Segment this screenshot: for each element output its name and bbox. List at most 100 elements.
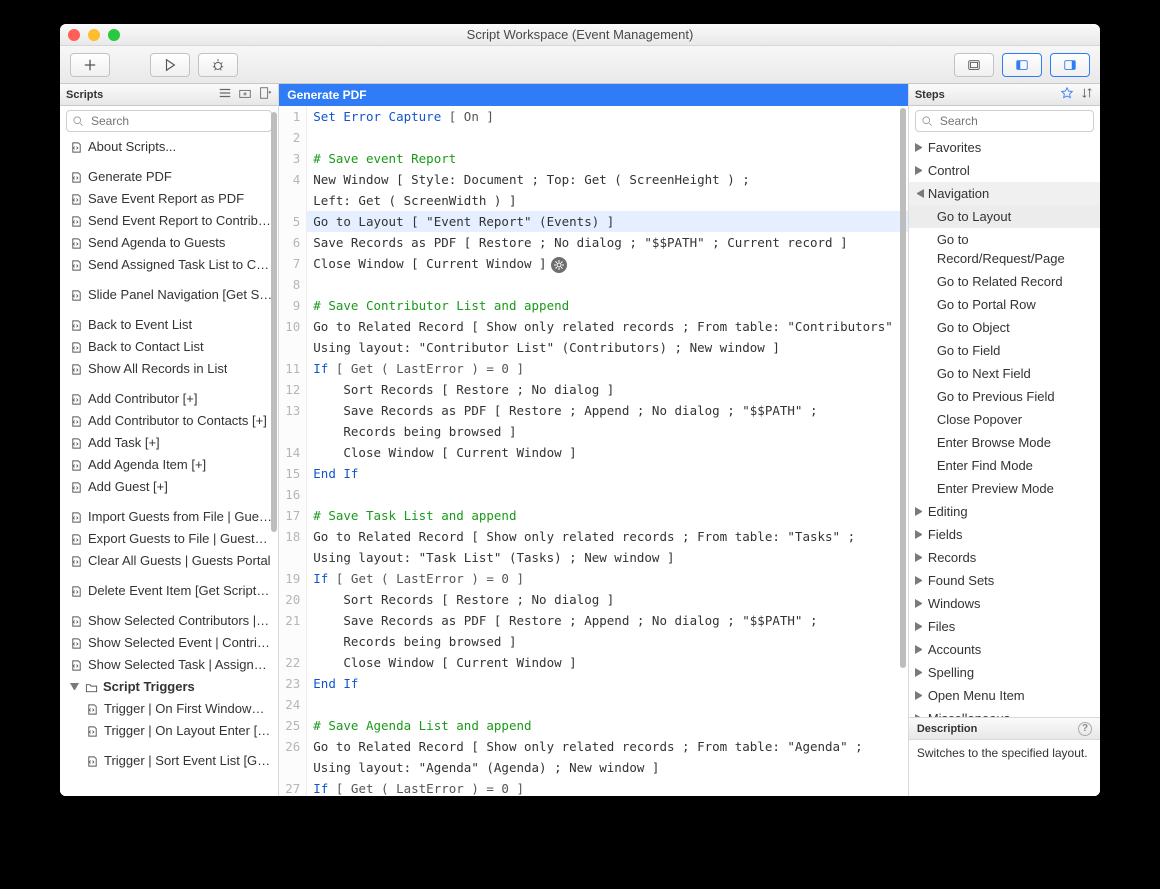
code-line[interactable]: 13 Save Records as PDF [ Restore ; Appen… <box>279 400 908 421</box>
code-line[interactable]: Records being browsed ] <box>279 631 908 652</box>
step-category[interactable]: Records <box>909 546 1100 569</box>
code-line[interactable]: 6Save Records as PDF [ Restore ; No dial… <box>279 232 908 253</box>
step-category[interactable]: Accounts <box>909 638 1100 661</box>
step-item[interactable]: Go to Next Field <box>909 362 1100 385</box>
step-category[interactable]: Favorites <box>909 136 1100 159</box>
code-line[interactable]: 5Go to Layout [ "Event Report" (Events) … <box>279 211 908 232</box>
code-line[interactable]: Left: Get ( ScreenWidth ) ] <box>279 190 908 211</box>
code-line[interactable]: 14 Close Window [ Current Window ] <box>279 442 908 463</box>
scripts-list[interactable]: About Scripts... Generate PDFSave Event R… <box>60 136 278 796</box>
debug-script-button[interactable] <box>198 53 238 77</box>
code-line[interactable]: Records being browsed ] <box>279 421 908 442</box>
script-folder[interactable]: Script Triggers <box>60 676 278 698</box>
code-line[interactable]: 2 <box>279 127 908 148</box>
code-line[interactable]: 18Go to Related Record [ Show only relat… <box>279 526 908 547</box>
step-item[interactable]: Go to Layout <box>909 205 1100 228</box>
code-line[interactable]: 27If [ Get ( LastError ) = 0 ] <box>279 778 908 796</box>
editor-tab[interactable]: Generate PDF <box>279 84 908 106</box>
script-item[interactable]: Add Task [+] <box>60 432 278 454</box>
code-line[interactable]: 23End If <box>279 673 908 694</box>
code-line[interactable]: 20 Sort Records [ Restore ; No dialog ] <box>279 589 908 610</box>
script-item[interactable]: Send Event Report to Contrib… <box>60 210 278 232</box>
code-line[interactable]: Using layout: "Agenda" (Agenda) ; New wi… <box>279 757 908 778</box>
step-item[interactable]: Go to Field <box>909 339 1100 362</box>
code-line[interactable]: 21 Save Records as PDF [ Restore ; Appen… <box>279 610 908 631</box>
code-line[interactable]: 8 <box>279 274 908 295</box>
script-item[interactable]: Add Agenda Item [+] <box>60 454 278 476</box>
code-line[interactable]: 24 <box>279 694 908 715</box>
step-category[interactable]: Spelling <box>909 661 1100 684</box>
step-item[interactable]: Go to Object <box>909 316 1100 339</box>
script-item[interactable]: Show Selected Event | Contri… <box>60 632 278 654</box>
code-line[interactable]: 10Go to Related Record [ Show only relat… <box>279 316 908 337</box>
help-icon[interactable]: ? <box>1078 722 1092 736</box>
code-line[interactable]: 4New Window [ Style: Document ; Top: Get… <box>279 169 908 190</box>
code-line[interactable]: Using layout: "Contributor List" (Contri… <box>279 337 908 358</box>
script-item[interactable]: Generate PDF <box>60 166 278 188</box>
scripts-search-input[interactable] <box>66 110 272 132</box>
code-line[interactable]: 16 <box>279 484 908 505</box>
script-item[interactable]: Save Event Report as PDF <box>60 188 278 210</box>
step-category[interactable]: Fields <box>909 523 1100 546</box>
script-item[interactable]: Show All Records in List <box>60 358 278 380</box>
code-line[interactable]: 7Close Window [ Current Window ] <box>279 253 908 274</box>
editor-scrollbar[interactable] <box>900 108 906 668</box>
run-script-button[interactable] <box>150 53 190 77</box>
script-item[interactable]: Slide Panel Navigation [Get S… <box>60 284 278 306</box>
code-line[interactable]: Using layout: "Task List" (Tasks) ; New … <box>279 547 908 568</box>
step-item[interactable]: Enter Browse Mode <box>909 431 1100 454</box>
new-script-button[interactable] <box>70 53 110 77</box>
script-item[interactable]: Add Guest [+] <box>60 476 278 498</box>
steps-search-input[interactable] <box>915 110 1094 132</box>
code-line[interactable]: 12 Sort Records [ Restore ; No dialog ] <box>279 379 908 400</box>
script-item[interactable]: Send Agenda to Guests <box>60 232 278 254</box>
toggle-right-panel-button[interactable] <box>1050 53 1090 77</box>
list-view-icon[interactable] <box>218 86 232 103</box>
new-script-icon[interactable] <box>258 86 272 103</box>
toggle-left-panel-button[interactable] <box>1002 53 1042 77</box>
script-item[interactable]: Trigger | Sort Event List [G… <box>60 750 278 772</box>
script-item[interactable]: Back to Event List <box>60 314 278 336</box>
script-editor[interactable]: 1Set Error Capture [ On ]23# Save event … <box>279 106 908 796</box>
code-line[interactable]: 17# Save Task List and append <box>279 505 908 526</box>
step-category[interactable]: Windows <box>909 592 1100 615</box>
step-item[interactable]: Enter Find Mode <box>909 454 1100 477</box>
step-category[interactable]: Control <box>909 159 1100 182</box>
step-category[interactable]: Open Menu Item <box>909 684 1100 707</box>
step-item[interactable]: Go to Previous Field <box>909 385 1100 408</box>
favorite-icon[interactable] <box>1060 86 1074 103</box>
step-category[interactable]: Editing <box>909 500 1100 523</box>
script-item[interactable]: Add Contributor to Contacts [+] <box>60 410 278 432</box>
script-item[interactable]: Show Selected Task | Assign… <box>60 654 278 676</box>
step-category[interactable]: Files <box>909 615 1100 638</box>
script-item[interactable]: Import Guests from File | Gue… <box>60 506 278 528</box>
script-item[interactable]: About Scripts... <box>60 136 278 158</box>
step-category[interactable]: Navigation <box>909 182 1100 205</box>
step-item[interactable]: Go to Portal Row <box>909 293 1100 316</box>
code-line[interactable]: 26Go to Related Record [ Show only relat… <box>279 736 908 757</box>
titlebar[interactable]: Script Workspace (Event Management) <box>60 24 1100 46</box>
code-line[interactable]: 1Set Error Capture [ On ] <box>279 106 908 127</box>
step-item[interactable]: Close Popover <box>909 408 1100 431</box>
script-item[interactable]: Trigger | On Layout Enter [… <box>60 720 278 742</box>
script-item[interactable]: Back to Contact List <box>60 336 278 358</box>
code-line[interactable]: 11If [ Get ( LastError ) = 0 ] <box>279 358 908 379</box>
code-line[interactable]: 15End If <box>279 463 908 484</box>
code-line[interactable]: 19If [ Get ( LastError ) = 0 ] <box>279 568 908 589</box>
code-line[interactable]: 22 Close Window [ Current Window ] <box>279 652 908 673</box>
step-item[interactable]: Enter Preview Mode <box>909 477 1100 500</box>
step-category[interactable]: Miscellaneous <box>909 707 1100 717</box>
script-item[interactable]: Add Contributor [+] <box>60 388 278 410</box>
script-item[interactable]: Show Selected Contributors |… <box>60 610 278 632</box>
sort-icon[interactable] <box>1080 86 1094 103</box>
step-item[interactable]: Go to Record/Request/Page <box>909 228 1100 270</box>
new-folder-icon[interactable] <box>238 86 252 103</box>
step-item[interactable]: Go to Related Record <box>909 270 1100 293</box>
show-scripts-panel-button[interactable] <box>954 53 994 77</box>
script-item[interactable]: Send Assigned Task List to C… <box>60 254 278 276</box>
script-item[interactable]: Delete Event Item [Get Script… <box>60 580 278 602</box>
gear-icon[interactable] <box>551 257 567 273</box>
code-line[interactable]: 25# Save Agenda List and append <box>279 715 908 736</box>
step-category[interactable]: Found Sets <box>909 569 1100 592</box>
code-line[interactable]: 9# Save Contributor List and append <box>279 295 908 316</box>
